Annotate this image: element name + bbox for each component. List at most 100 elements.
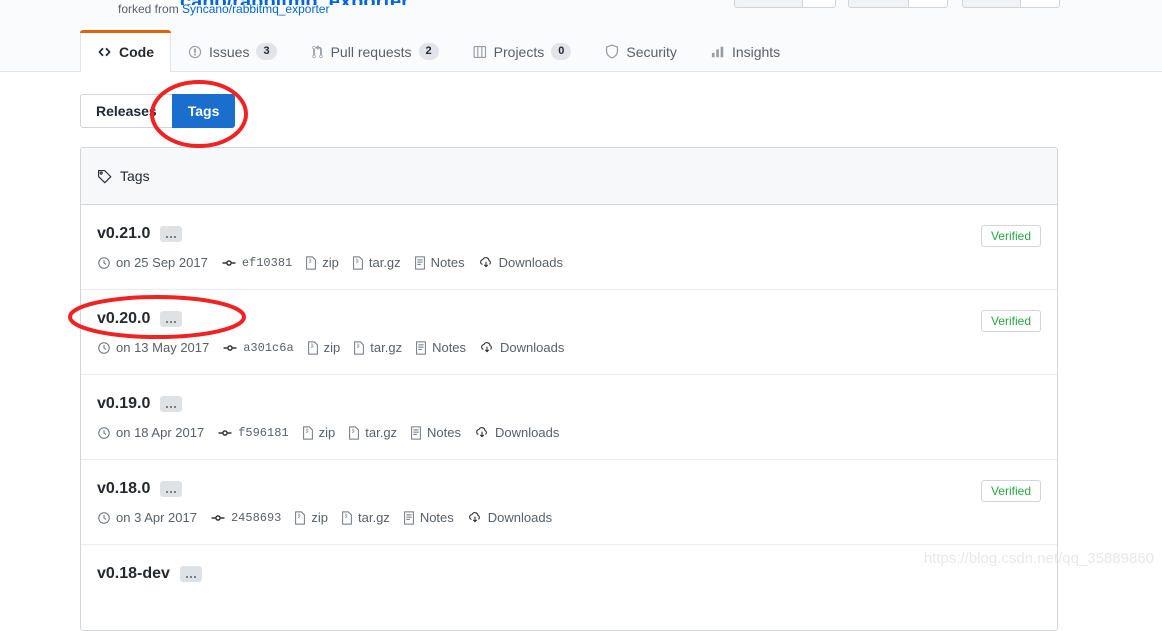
tag-meta: on 25 Sep 2017 ef10381 zip tar.gz Notes … [97,255,1041,270]
tag-notes[interactable]: Notes [414,255,465,270]
tag-notes-label[interactable]: Notes [427,425,461,440]
clock-icon [97,256,111,270]
tag-name[interactable]: v0.20.0 [97,310,150,328]
tag-zip-label[interactable]: zip [311,510,328,525]
watch-button-group[interactable] [734,0,836,8]
tag-notes-label[interactable]: Notes [431,255,465,270]
file-zip-icon [305,255,317,270]
tag-name[interactable]: v0.19.0 [97,395,150,413]
tag-downloads[interactable]: Downloads [478,255,563,270]
tag-zip-download[interactable]: zip [307,340,341,355]
tag-ellipsis-button[interactable] [160,481,183,497]
tag-commit-sha[interactable]: ef10381 [242,256,292,270]
tag-commit-sha[interactable]: f596181 [238,426,288,440]
tag-zip-label[interactable]: zip [322,255,339,270]
tag-downloads-label[interactable]: Downloads [495,425,559,440]
tag-zip-download[interactable]: zip [294,510,328,525]
tag-zip-download[interactable]: zip [302,425,336,440]
tag-downloads[interactable]: Downloads [479,340,564,355]
status-badge[interactable]: Verified [980,225,1041,247]
commit-icon [221,256,237,270]
tag-downloads-label[interactable]: Downloads [500,340,564,355]
releases-button[interactable]: Releases [80,94,172,128]
tab-insights-label: Insights [731,43,781,60]
tag-targz-label[interactable]: tar.gz [358,510,390,525]
tag-downloads-label[interactable]: Downloads [499,255,563,270]
tag-commit[interactable]: ef10381 [221,256,292,270]
tag-zip-label[interactable]: zip [319,425,336,440]
tag-commit[interactable]: a301c6a [222,341,294,355]
tag-meta: on 18 Apr 2017 f596181 zip tar.gz Notes … [97,425,1041,440]
tag-downloads[interactable]: Downloads [474,425,559,440]
tag-name[interactable]: v0.18-dev [97,565,170,583]
project-board-icon [473,45,487,59]
tags-box-header: Tags [81,148,1057,205]
tag-zip-label[interactable]: zip [324,340,341,355]
table-row: v0.19.0 on 18 Apr 2017 f596181 zip tar.g… [81,375,1057,460]
fork-button[interactable] [962,0,1020,8]
tab-insights[interactable]: Insights [694,30,797,72]
tags-button[interactable]: Tags [171,94,236,128]
tag-meta: on 3 Apr 2017 2458693 zip tar.gz Notes D… [97,510,1041,525]
tag-targz-label[interactable]: tar.gz [369,255,401,270]
tab-issues-label: Issues [209,43,250,60]
tag-ellipsis-button[interactable] [160,226,183,242]
tag-downloads[interactable]: Downloads [467,510,552,525]
tab-pull-requests[interactable]: Pull requests 2 [294,30,456,72]
tag-targz-download[interactable]: tar.gz [348,425,397,440]
tag-date: on 18 Apr 2017 [97,425,204,440]
repo-header-strip: cano/rabbitmq_exporter forked from Synca… [0,0,1162,30]
tag-notes[interactable]: Notes [415,340,466,355]
cloud-download-icon [474,426,490,440]
tag-commit[interactable]: 2458693 [210,511,281,525]
star-count[interactable] [908,0,948,8]
tag-zip-download[interactable]: zip [305,255,339,270]
tag-name[interactable]: v0.18.0 [97,480,150,498]
tag-targz-download[interactable]: tar.gz [341,510,390,525]
repository-nav: Code Issues 3 Pull requests 2 Projects 0… [0,30,1162,72]
forked-from-repo-link[interactable]: Syncano/rabbitmq_exporter [182,2,329,16]
watch-count[interactable] [802,0,836,8]
file-zip-icon [353,340,365,355]
file-zip-icon [348,425,360,440]
commit-icon [222,341,238,355]
tag-ellipsis-button[interactable] [179,566,202,582]
status-badge[interactable]: Verified [980,480,1041,502]
watch-button[interactable] [734,0,802,8]
tag-commit-sha[interactable]: 2458693 [231,511,281,525]
tab-code[interactable]: Code [80,30,171,72]
tag-ellipsis-button[interactable] [160,311,183,327]
tag-downloads-label[interactable]: Downloads [488,510,552,525]
tag-date-label: on 25 Sep 2017 [116,255,208,270]
star-button[interactable] [848,0,908,8]
tag-name-line: v0.18-dev [97,565,1041,583]
tag-commit[interactable]: f596181 [217,426,289,440]
tag-targz-label[interactable]: tar.gz [370,340,402,355]
tag-notes-label[interactable]: Notes [420,510,454,525]
releases-tags-toggle: Releases Tags [80,94,236,128]
tag-date-label: on 18 Apr 2017 [116,425,205,440]
tag-targz-download[interactable]: tar.gz [352,255,401,270]
tag-targz-label[interactable]: tar.gz [365,425,397,440]
tab-issues[interactable]: Issues 3 [171,30,294,72]
tag-notes[interactable]: Notes [403,510,454,525]
tag-ellipsis-button[interactable] [160,396,183,412]
star-button-group[interactable] [848,0,948,8]
status-badge[interactable]: Verified [980,310,1041,332]
tag-name-line: v0.20.0 [97,310,1041,328]
tag-date-label: on 13 May 2017 [116,340,210,355]
fork-button-group[interactable] [962,0,1060,8]
tab-pull-requests-label: Pull requests [330,43,412,60]
tag-commit-sha[interactable]: a301c6a [243,341,293,355]
tab-code-label: Code [119,43,154,60]
tag-notes[interactable]: Notes [410,425,461,440]
tag-targz-download[interactable]: tar.gz [353,340,402,355]
tag-notes-label[interactable]: Notes [432,340,466,355]
table-row: v0.20.0 on 13 May 2017 a301c6a zip tar.g… [81,290,1057,375]
tag-name[interactable]: v0.21.0 [97,225,150,243]
fork-count[interactable] [1020,0,1060,8]
tag-date: on 25 Sep 2017 [97,255,208,270]
tab-security[interactable]: Security [588,30,694,72]
tab-projects-label: Projects [493,43,545,60]
tab-projects[interactable]: Projects 0 [456,30,589,72]
